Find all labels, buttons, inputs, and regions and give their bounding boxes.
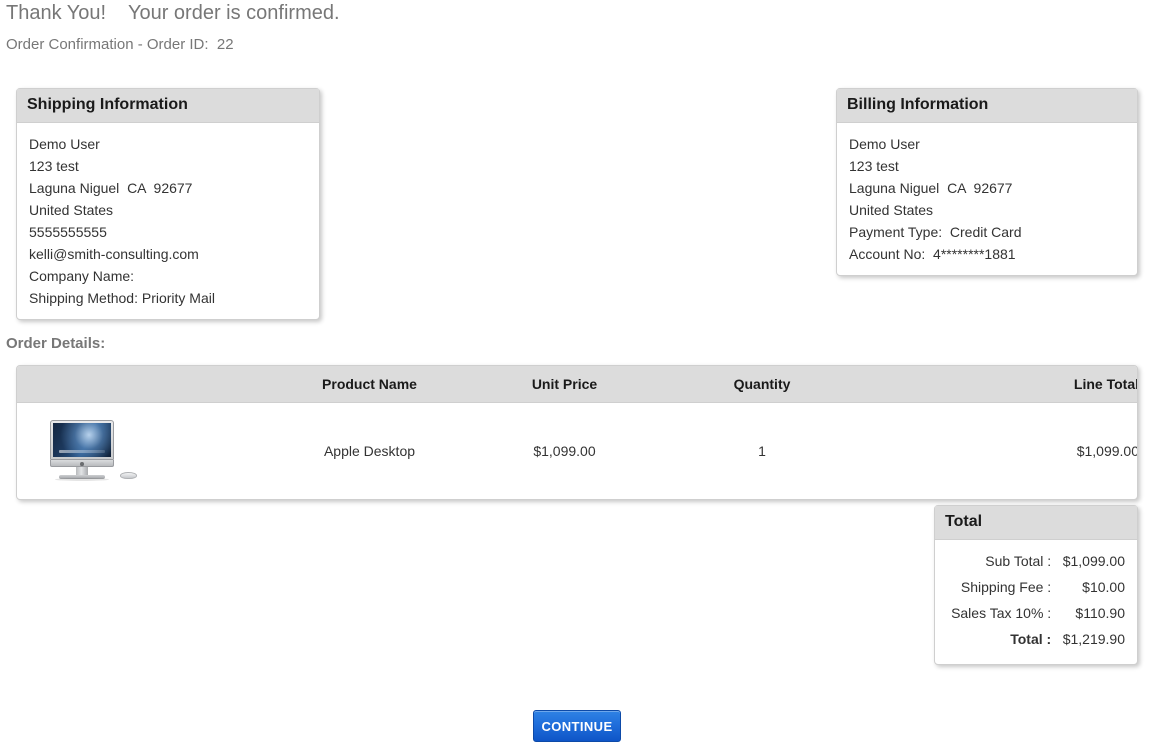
continue-button[interactable]: CONTINUE	[533, 710, 621, 742]
shipping-information-panel: Shipping Information Demo User 123 test …	[16, 88, 320, 320]
sub-total-value: $1,099.00	[1062, 553, 1125, 569]
billing-line: 123 test	[849, 158, 899, 174]
product-thumbnail-imac-icon	[47, 420, 137, 482]
quantity-cell: 1	[758, 443, 766, 459]
table-row: Apple Desktop $1,099.00 1 $1,099.00	[17, 403, 1138, 500]
grand-total-row: Total : $1,219.90	[945, 626, 1125, 652]
imac-screen-wallpaper	[53, 423, 111, 457]
column-header-quantity: Quantity	[672, 366, 852, 403]
column-header-unit-price: Unit Price	[457, 366, 672, 403]
imac-stand-neck	[76, 467, 88, 475]
shipping-line: Laguna Niguel CA 92677	[29, 180, 193, 196]
shipping-information-title: Shipping Information	[17, 89, 319, 123]
order-details-table-body: Apple Desktop $1,099.00 1 $1,099.00	[17, 403, 1138, 500]
shipping-line: kelli@smith-consulting.com	[29, 246, 199, 262]
shipping-line: Company Name:	[29, 268, 135, 284]
order-confirmation-subtitle: Order Confirmation - Order ID: 22	[6, 36, 234, 53]
line-total-cell: $1,099.00	[1076, 443, 1138, 459]
billing-line: Payment Type: Credit Card	[849, 224, 1022, 240]
billing-line: Account No: 4********1881	[849, 246, 1016, 262]
shipping-fee-row: Shipping Fee : $10.00	[945, 574, 1125, 600]
shipping-line: Demo User	[29, 136, 100, 152]
shipping-line: Shipping Method: Priority Mail	[29, 290, 215, 306]
order-details-label: Order Details:	[6, 335, 106, 352]
shipping-information-body: Demo User 123 test Laguna Niguel CA 9267…	[17, 123, 319, 319]
total-panel-body: Sub Total : $1,099.00 Shipping Fee : $10…	[935, 540, 1137, 664]
column-header-product-name: Product Name	[282, 366, 457, 403]
shipping-line: United States	[29, 202, 114, 218]
confirmation-heading-block: Thank You! Your order is confirmed. Orde…	[6, 0, 340, 56]
table-header-row: Product Name Unit Price Quantity Line To…	[17, 366, 1137, 403]
billing-line: United States	[849, 202, 934, 218]
shipping-line: 123 test	[29, 158, 79, 174]
billing-information-panel: Billing Information Demo User 123 test L…	[836, 88, 1138, 276]
billing-line: Laguna Niguel CA 92677	[849, 180, 1013, 196]
sub-total-label: Sub Total :	[985, 553, 1052, 569]
order-total-panel: Total Sub Total : $1,099.00 Shipping Fee…	[934, 505, 1138, 665]
imac-display-bezel	[50, 420, 114, 460]
thank-you-message: Thank You! Your order is confirmed.	[6, 2, 340, 24]
sales-tax-value: $110.90	[1075, 605, 1125, 621]
product-name-cell: Apple Desktop	[323, 443, 416, 459]
billing-information-title: Billing Information	[837, 89, 1137, 123]
mouse-icon	[120, 472, 137, 479]
sales-tax-row: Sales Tax 10% : $110.90	[945, 600, 1125, 626]
order-details-table-header: Product Name Unit Price Quantity Line To…	[17, 366, 1137, 403]
sales-tax-label: Sales Tax 10% :	[951, 605, 1052, 621]
column-header-image	[17, 366, 282, 403]
unit-price-cell: $1,099.00	[533, 443, 596, 459]
shipping-fee-label: Shipping Fee :	[960, 579, 1052, 595]
grand-total-value: $1,219.90	[1062, 631, 1125, 647]
imac-shadow	[55, 478, 109, 481]
shipping-line: 5555555555	[29, 224, 107, 240]
total-panel-title: Total	[935, 506, 1137, 540]
product-image-cell	[17, 403, 282, 500]
grand-total-label: Total :	[1010, 631, 1052, 647]
billing-line: Demo User	[849, 136, 920, 152]
order-details-table-container: Product Name Unit Price Quantity Line To…	[16, 365, 1138, 500]
sub-total-row: Sub Total : $1,099.00	[945, 548, 1125, 574]
order-details-table: Product Name Unit Price Quantity Line To…	[17, 366, 1138, 500]
shipping-fee-value: $10.00	[1082, 579, 1125, 595]
totals-table: Sub Total : $1,099.00 Shipping Fee : $10…	[945, 548, 1125, 652]
apple-logo-icon	[80, 461, 84, 466]
column-header-line-total: Line Total	[852, 366, 1137, 403]
billing-information-body: Demo User 123 test Laguna Niguel CA 9267…	[837, 123, 1137, 275]
